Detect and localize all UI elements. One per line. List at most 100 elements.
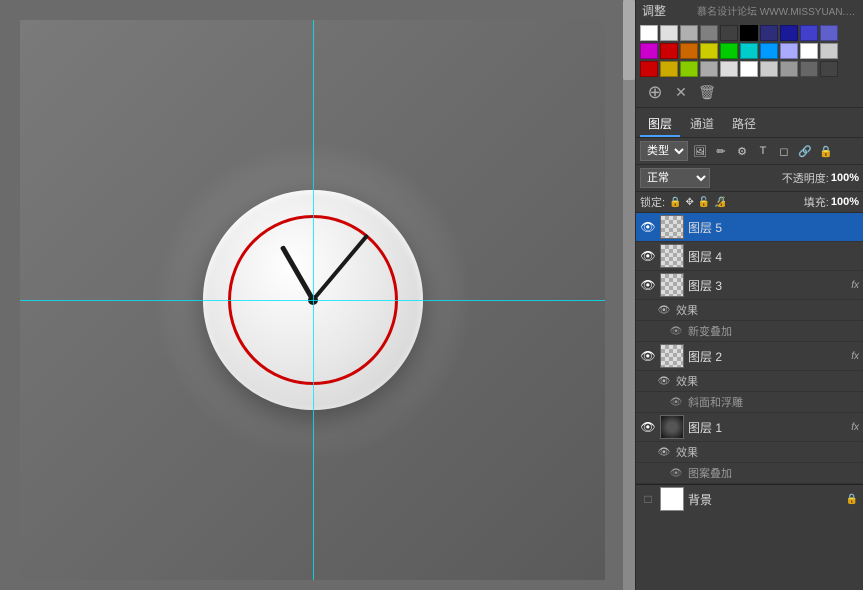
layer-3-gradient-row[interactable]: 👁 新变叠加 <box>636 321 863 342</box>
layer-1-effect-label: 效果 <box>676 444 698 460</box>
layer-item-4[interactable]: 👁 图层 4 <box>636 242 863 271</box>
swatch[interactable] <box>720 43 738 59</box>
layer-1-effect-row[interactable]: 👁 效果 <box>636 442 863 463</box>
swatch[interactable] <box>820 61 838 77</box>
layer-1-fx: fx <box>851 422 859 433</box>
filter-icon-7[interactable]: 🔒 <box>817 142 835 160</box>
layer-item-2[interactable]: 👁 图层 2 fx <box>636 342 863 371</box>
swatch[interactable] <box>640 43 658 59</box>
layers-list: 👁 图层 5 👁 图层 4 👁 图层 3 fx 👁 效果 👁 新变叠加 👁 <box>636 213 863 590</box>
layer-2-bevel-eye[interactable]: 👁 <box>668 394 684 410</box>
scrollbar-thumb[interactable] <box>623 0 635 80</box>
background-layer[interactable]: □ 背景 🔒 <box>636 484 863 513</box>
filter-icon-3[interactable]: ⚙ <box>733 142 751 160</box>
layer-3-gradient-eye[interactable]: 👁 <box>668 323 684 339</box>
panel-title: 调整 <box>642 2 666 19</box>
layer-5-eye[interactable]: 👁 <box>640 219 656 235</box>
layer-3-name: 图层 3 <box>688 277 847 294</box>
opacity-group: 不透明度: 100% <box>782 170 859 186</box>
layer-2-effect-eye[interactable]: 👁 <box>656 373 672 389</box>
swatch[interactable] <box>660 43 678 59</box>
layer-3-gradient-label: 新变叠加 <box>688 323 732 339</box>
layer-2-effect-row[interactable]: 👁 效果 <box>636 371 863 392</box>
swatch[interactable] <box>640 25 658 41</box>
layer-item-5[interactable]: 👁 图层 5 <box>636 213 863 242</box>
swatch[interactable] <box>760 43 778 59</box>
bg-lock-icon: 🔒 <box>845 492 859 506</box>
blend-mode-select[interactable]: 正常 <box>640 168 710 188</box>
tab-paths[interactable]: 路径 <box>724 112 764 137</box>
layer-item-3[interactable]: 👁 图层 3 fx <box>636 271 863 300</box>
swatch[interactable] <box>760 61 778 77</box>
layer-2-fx: fx <box>851 351 859 362</box>
layer-item-1[interactable]: 👁 图层 1 fx <box>636 413 863 442</box>
layer-1-pattern-eye[interactable]: 👁 <box>668 465 684 481</box>
swatch[interactable] <box>800 25 818 41</box>
guide-vertical <box>313 20 314 580</box>
lock-icon-3[interactable]: 🔓 <box>698 197 710 208</box>
filter-icon-6[interactable]: 🔗 <box>796 142 814 160</box>
swatch-add-icon[interactable]: ⊕ <box>644 81 666 103</box>
layer-1-eye[interactable]: 👁 <box>640 419 656 435</box>
layer-1-name: 图层 1 <box>688 419 847 436</box>
swatch-clear-icon[interactable]: ✕ <box>670 81 692 103</box>
swatch[interactable] <box>700 25 718 41</box>
filter-icon-1[interactable]: 🖼 <box>691 142 709 160</box>
layer-2-eye[interactable]: 👁 <box>640 348 656 364</box>
fill-value: 100% <box>831 196 859 208</box>
swatch[interactable] <box>800 43 818 59</box>
swatch[interactable] <box>740 25 758 41</box>
swatch[interactable] <box>720 25 738 41</box>
swatch[interactable] <box>660 25 678 41</box>
canvas-area <box>0 0 635 590</box>
tab-channels[interactable]: 通道 <box>682 112 722 137</box>
swatch[interactable] <box>740 43 758 59</box>
layer-3-eye[interactable]: 👁 <box>640 277 656 293</box>
layer-2-bevel-label: 斜面和浮雕 <box>688 394 743 410</box>
layer-1-pattern-label: 图案叠加 <box>688 465 732 481</box>
swatch[interactable] <box>700 43 718 59</box>
layer-4-name: 图层 4 <box>688 248 859 265</box>
swatch[interactable] <box>740 61 758 77</box>
bg-thumb <box>660 487 684 511</box>
layer-2-bevel-row[interactable]: 👁 斜面和浮雕 <box>636 392 863 413</box>
swatch[interactable] <box>700 61 718 77</box>
bg-name: 背景 <box>688 491 841 508</box>
swatch[interactable] <box>680 61 698 77</box>
filter-icon-2[interactable]: ✏ <box>712 142 730 160</box>
swatch-icons-row: ⊕ ✕ 🗑 <box>640 79 859 105</box>
swatch[interactable] <box>640 61 658 77</box>
canvas-scrollbar[interactable] <box>623 0 635 590</box>
swatch[interactable] <box>800 61 818 77</box>
swatch[interactable] <box>820 25 838 41</box>
layer-4-eye[interactable]: 👁 <box>640 248 656 264</box>
layer-3-effect-eye[interactable]: 👁 <box>656 302 672 318</box>
lock-icon-4[interactable]: 🔏 <box>714 197 726 208</box>
swatch[interactable] <box>780 43 798 59</box>
type-filter-select[interactable]: 类型 <box>640 141 688 161</box>
swatch[interactable] <box>760 25 778 41</box>
search-toolbar-row: 类型 🖼 ✏ ⚙ T ◻ 🔗 🔒 <box>636 138 863 165</box>
lock-icon-2[interactable]: ✥ <box>686 197 694 208</box>
opacity-value: 100% <box>831 172 859 184</box>
canvas-inner <box>20 20 605 580</box>
swatch[interactable] <box>820 43 838 59</box>
tab-layers[interactable]: 图层 <box>640 112 680 137</box>
swatch[interactable] <box>680 43 698 59</box>
fill-label: 填充: <box>804 194 829 210</box>
layer-1-effect-eye[interactable]: 👁 <box>656 444 672 460</box>
swatch[interactable] <box>720 61 738 77</box>
swatches-row-1 <box>640 25 859 41</box>
layer-3-effect-row[interactable]: 👁 效果 <box>636 300 863 321</box>
swatch[interactable] <box>780 25 798 41</box>
swatch[interactable] <box>680 25 698 41</box>
layer-1-pattern-row[interactable]: 👁 图案叠加 <box>636 463 863 484</box>
swatch-trash-icon[interactable]: 🗑 <box>696 81 718 103</box>
filter-icon-5[interactable]: ◻ <box>775 142 793 160</box>
swatch[interactable] <box>780 61 798 77</box>
lock-icon-1[interactable]: 🔒 <box>669 197 681 208</box>
layer-2-thumb <box>660 344 684 368</box>
bg-eye[interactable]: □ <box>640 491 656 507</box>
filter-icon-4[interactable]: T <box>754 142 772 160</box>
swatch[interactable] <box>660 61 678 77</box>
